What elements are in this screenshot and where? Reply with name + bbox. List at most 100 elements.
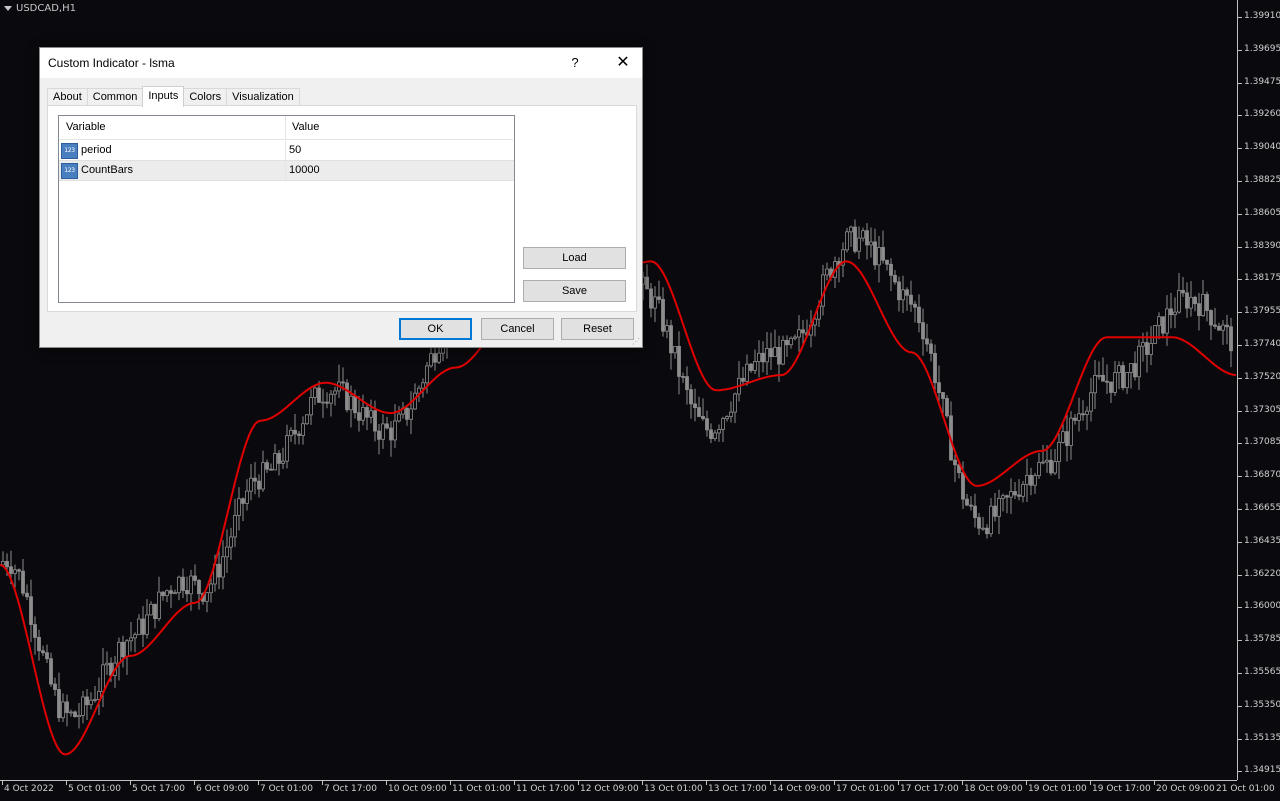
time-axis[interactable]: 4 Oct 2022 5 Oct 01:00 5 Oct 17:00 6 Oct 09…	[0, 780, 1275, 801]
candle-body	[277, 453, 281, 464]
candle-body	[1169, 308, 1173, 316]
candle-body	[165, 590, 169, 597]
tab-visualization[interactable]: Visualization	[226, 88, 300, 106]
symbol-text: USDCAD,H1	[16, 3, 76, 14]
load-button[interactable]: Load	[523, 247, 626, 269]
candle-body	[929, 343, 933, 354]
candle-body	[1185, 292, 1189, 309]
tab-colors[interactable]: Colors	[183, 88, 228, 106]
candle-body	[853, 226, 857, 252]
candle-body	[1097, 374, 1101, 377]
candle-body	[925, 338, 929, 345]
price-axis[interactable]: 1.39910 1.39695 1.39475 1.39260 1.39040 1.388…	[1237, 0, 1280, 780]
dropdown-triangle-icon[interactable]	[4, 6, 12, 11]
column-header-value[interactable]: Value	[286, 116, 513, 140]
tab-about[interactable]: About	[47, 88, 88, 106]
table-row[interactable]: 123 CountBars 10000	[59, 160, 514, 181]
title-bar[interactable]: Custom Indicator - lsma ? ✕	[40, 48, 642, 78]
price-label: 1.38825	[1244, 175, 1280, 185]
candle-body	[1205, 294, 1209, 311]
candle-body	[45, 652, 49, 660]
candle-body	[1121, 365, 1125, 389]
reset-button[interactable]: Reset	[561, 318, 634, 340]
close-button[interactable]: ✕	[605, 48, 641, 78]
time-label: 19 Oct 17:00	[1092, 784, 1151, 794]
price-label: 1.38390	[1244, 240, 1280, 251]
candle-body	[921, 322, 925, 340]
candle-body	[141, 618, 145, 635]
time-label: 13 Oct 01:00	[644, 784, 703, 794]
price-label: 1.36870	[1244, 470, 1280, 481]
candle-body	[1157, 316, 1161, 326]
candle-body	[1077, 413, 1081, 421]
candle-body	[773, 346, 777, 358]
candle-body	[997, 497, 1001, 517]
time-label: 20 Oct 09:00	[1156, 784, 1215, 794]
candle-body	[721, 418, 725, 430]
candle-body	[1125, 372, 1129, 389]
candle-body	[1177, 290, 1181, 313]
candle-body	[1101, 374, 1105, 382]
parameters-table[interactable]: Variable Value 123 period 50 123 CountBa…	[58, 115, 515, 303]
candle-body	[717, 429, 721, 434]
candle-body	[673, 345, 677, 354]
candle-body	[341, 381, 345, 384]
candle-body	[845, 231, 849, 251]
variable-value[interactable]: 50	[289, 141, 301, 160]
symbol-label[interactable]: USDCAD,H1	[4, 3, 76, 14]
candle-body	[37, 636, 41, 652]
candle-body	[169, 590, 173, 594]
candle-body	[1021, 483, 1025, 497]
tab-inputs[interactable]: Inputs	[142, 86, 185, 107]
table-row[interactable]: 123 period 50	[59, 141, 514, 160]
column-header-variable[interactable]: Variable	[59, 116, 286, 140]
candle-body	[725, 416, 729, 420]
candle-body	[361, 407, 365, 421]
cancel-button[interactable]: Cancel	[481, 318, 554, 340]
price-label: 1.35565	[1244, 667, 1280, 677]
help-button[interactable]: ?	[560, 48, 590, 78]
candle-body	[857, 237, 861, 252]
candle-body	[261, 462, 265, 490]
candle-body	[1165, 308, 1169, 334]
time-label: 14 Oct 09:00	[772, 784, 831, 794]
variable-value[interactable]: 10000	[289, 161, 320, 180]
candle-body	[5, 561, 9, 568]
candle-body	[193, 575, 197, 581]
integer-type-icon: 123	[61, 143, 78, 159]
candle-body	[329, 393, 333, 404]
candle-body	[1105, 380, 1109, 383]
candle-body	[17, 569, 21, 572]
ok-button[interactable]: OK	[399, 318, 472, 340]
candle-body	[869, 241, 873, 246]
candle-body	[769, 348, 773, 358]
candle-body	[1149, 343, 1153, 355]
integer-type-icon: 123	[61, 163, 78, 179]
candle-body	[1029, 474, 1033, 486]
candle-body	[793, 336, 797, 339]
candle-body	[981, 527, 985, 530]
candle-body	[753, 361, 757, 371]
candle-body	[945, 398, 949, 417]
candle-body	[881, 247, 885, 261]
resize-grip-icon[interactable]: ⋰	[632, 337, 640, 346]
candle-body	[1217, 325, 1221, 331]
save-button[interactable]: Save	[523, 280, 626, 302]
candle-body	[913, 303, 917, 308]
time-label: 17 Oct 17:00	[900, 784, 959, 794]
candle-body	[689, 389, 693, 405]
candle-body	[977, 517, 981, 529]
column-separator	[285, 141, 286, 160]
time-label: 5 Oct 17:00	[132, 784, 185, 794]
price-label: 1.37520	[1244, 371, 1280, 382]
time-label: 7 Oct 17:00	[324, 784, 377, 794]
candle-body	[53, 683, 57, 690]
candle-body	[985, 527, 989, 535]
candle-body	[309, 397, 313, 416]
candle-body	[65, 701, 69, 713]
candle-body	[321, 401, 325, 404]
tab-common[interactable]: Common	[86, 88, 144, 106]
candle-body	[421, 382, 425, 389]
candle-body	[761, 352, 765, 363]
candle-body	[437, 352, 441, 363]
